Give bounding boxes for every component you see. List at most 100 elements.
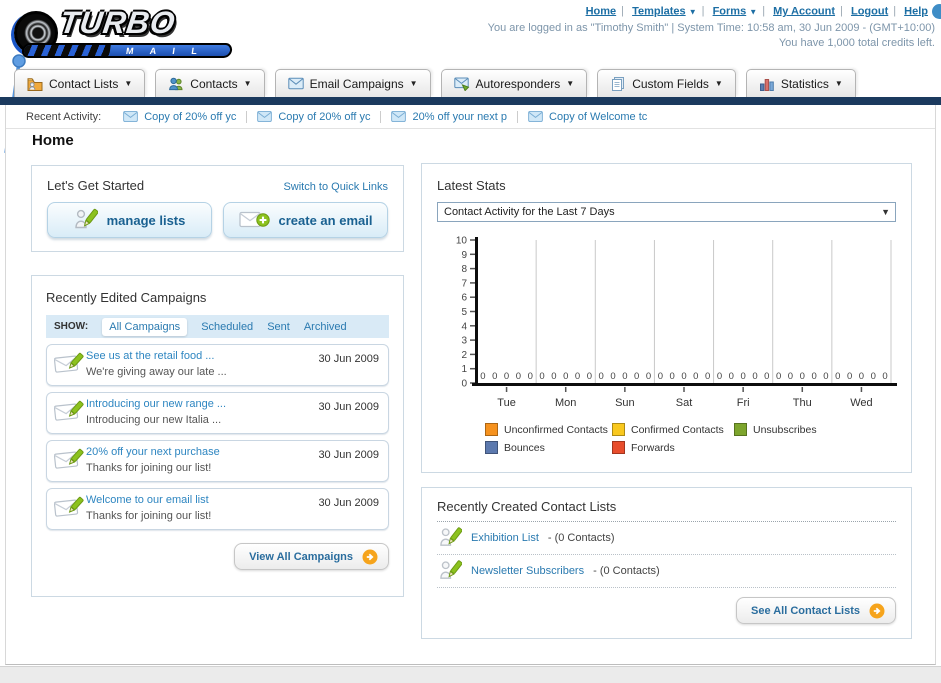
filter-sent[interactable]: Sent [267, 321, 290, 333]
svg-text:0: 0 [563, 371, 568, 382]
link-help[interactable]: Help [904, 5, 928, 17]
contacts-icon [168, 76, 184, 92]
dropdown-caret-icon: ▼ [688, 7, 697, 17]
content-area: Recent Activity: Copy of 20% off yc Copy… [5, 105, 936, 665]
contact-list-link[interactable]: Newsletter Subscribers [471, 565, 584, 577]
recent-activity-bar: Recent Activity: Copy of 20% off yc Copy… [6, 105, 935, 129]
switch-quick-links[interactable]: Switch to Quick Links [283, 181, 388, 193]
help-bubble-icon[interactable] [932, 4, 941, 19]
link-logout[interactable]: Logout [851, 5, 888, 17]
svg-text:0: 0 [622, 371, 627, 382]
link-separator: | [840, 5, 843, 18]
campaign-row[interactable]: Introducing our new range ... Introducin… [46, 392, 389, 434]
logo-stripes [23, 45, 111, 56]
svg-text:9: 9 [461, 250, 467, 261]
tab-email-campaigns[interactable]: Email Campaigns ▼ [274, 69, 431, 97]
create-email-button[interactable]: create an email [223, 202, 388, 238]
arrow-circle-icon [362, 549, 378, 564]
see-all-contact-lists-button[interactable]: See All Contact Lists [735, 597, 896, 624]
svg-text:Wed: Wed [850, 397, 872, 409]
contact-list-item[interactable]: Newsletter Subscribers - (0 Contacts) [437, 555, 896, 588]
campaign-subtitle: Introducing our new Italia ... [86, 414, 222, 426]
svg-text:Tue: Tue [497, 397, 516, 409]
campaign-subtitle: Thanks for joining our list! [86, 462, 212, 474]
recent-activity-link[interactable]: Copy of 20% off yc [278, 111, 370, 123]
tab-label: Contacts [190, 76, 238, 91]
campaign-filter-bar: SHOW: All Campaigns Scheduled Sent Archi… [46, 315, 389, 338]
main-nav: Contact Lists ▼ Contacts ▼ Email Campaig… [14, 69, 856, 97]
campaign-title-link[interactable]: Introducing our new range ... [86, 398, 318, 410]
link-home[interactable]: Home [586, 5, 617, 17]
tab-custom-fields[interactable]: Custom Fields ▼ [597, 69, 736, 97]
recent-activity-item[interactable]: Copy of Welcome tc [528, 111, 657, 123]
recent-activity-item[interactable]: 20% off your next p [391, 110, 519, 123]
navy-divider-bar [0, 97, 941, 105]
legend-swatch-confirmed [612, 423, 625, 436]
link-forms[interactable]: Forms [713, 5, 747, 17]
contact-activity-chart: 0 1 2 3 4 5 6 7 8 9 10 0 0 0 0 0 0 0 0 0 0 0 0 0 0 0 0 0 0 0 0 0 0 0 0 0 0 0 0… [439, 234, 898, 419]
manage-lists-button[interactable]: manage lists [47, 202, 212, 238]
legend-label: Unconfirmed Contacts [504, 423, 608, 436]
recent-activity-link[interactable]: Copy of 20% off yc [144, 111, 236, 123]
get-started-title: Let's Get Started [47, 178, 145, 193]
contact-lists-title: Recently Created Contact Lists [437, 499, 896, 522]
page-footer [0, 666, 941, 683]
campaign-title-link[interactable]: 20% off your next purchase [86, 446, 318, 458]
campaign-date: 30 Jun 2009 [318, 353, 379, 365]
campaign-row[interactable]: Welcome to our email list Thanks for joi… [46, 488, 389, 530]
tab-autoresponders[interactable]: Autoresponders ▼ [440, 69, 588, 97]
svg-text:0: 0 [516, 371, 521, 382]
credits-text: You have 1,000 total credits left. [778, 37, 935, 49]
email-campaigns-icon [287, 77, 304, 90]
svg-text:0: 0 [823, 371, 828, 382]
contact-list-link[interactable]: Exhibition List [471, 532, 539, 544]
tab-label: Autoresponders [475, 76, 561, 91]
campaign-title-link[interactable]: Welcome to our email list [86, 494, 318, 506]
person-pencil-icon [440, 560, 462, 579]
recent-activity-link[interactable]: Copy of Welcome tc [549, 111, 647, 123]
campaign-subtitle: Thanks for joining our list! [86, 510, 212, 522]
legend-item: Unsubscribes [734, 423, 896, 436]
contact-list-item[interactable]: Exhibition List - (0 Contacts) [437, 522, 896, 555]
chart-legend: Unconfirmed Contacts Confirmed Contacts … [485, 423, 896, 454]
svg-text:5: 5 [461, 307, 467, 318]
legend-swatch-unsubscribes [734, 423, 747, 436]
view-all-campaigns-button[interactable]: View All Campaigns [234, 543, 389, 570]
svg-text:0: 0 [882, 371, 887, 382]
tab-label: Contact Lists [49, 76, 119, 91]
recent-activity-item[interactable]: Copy of 20% off yc [257, 110, 382, 123]
logo-subtitle: E M A I L [102, 45, 205, 56]
campaign-row[interactable]: 20% off your next purchase Thanks for jo… [46, 440, 389, 482]
svg-text:0: 0 [859, 371, 864, 382]
recent-activity-link[interactable]: 20% off your next p [412, 111, 507, 123]
link-my-account[interactable]: My Account [773, 5, 835, 17]
recent-activity-item[interactable]: Copy of 20% off yc [123, 110, 248, 123]
top-links: Home | Templates ▼ | Forms ▼ | My Account | … [488, 4, 941, 19]
svg-text:0: 0 [461, 379, 467, 390]
campaign-title-link[interactable]: See us at the retail food ... [86, 350, 318, 362]
filter-scheduled[interactable]: Scheduled [201, 321, 253, 333]
tab-statistics[interactable]: Statistics ▼ [745, 69, 856, 97]
legend-swatch-bounces [485, 441, 498, 454]
envelope-icon [123, 111, 139, 122]
view-all-campaigns-label: View All Campaigns [249, 550, 353, 563]
svg-text:0: 0 [729, 371, 734, 382]
login-status-text: You are logged in as "Timothy Smith" | S… [487, 22, 935, 34]
contact-list-count: - (0 Contacts) [547, 532, 615, 544]
tab-contact-lists[interactable]: Contact Lists ▼ [14, 69, 146, 97]
legend-label: Confirmed Contacts [631, 423, 724, 436]
link-templates[interactable]: Templates [632, 5, 686, 17]
campaign-row[interactable]: See us at the retail food ... We're givi… [46, 344, 389, 386]
filter-all-campaigns[interactable]: All Campaigns [102, 317, 188, 336]
person-pencil-icon [440, 527, 462, 546]
svg-text:0: 0 [504, 371, 509, 382]
svg-text:0: 0 [871, 371, 876, 382]
chart-canvas: 0123456789100 0 0 0 0 0 0 0 0 0 0 0 0 0 0 0 0 0 0 0 0 0 0 0 0 0 0 0… [456, 236, 898, 409]
svg-text:8: 8 [461, 264, 467, 275]
tab-contacts[interactable]: Contacts ▼ [155, 69, 265, 97]
app-logo: TURBO E M A I L [8, 3, 248, 61]
svg-text:0: 0 [800, 371, 805, 382]
svg-text:0: 0 [646, 371, 651, 382]
filter-archived[interactable]: Archived [304, 321, 347, 333]
stats-period-select[interactable]: Contact Activity for the Last 7 Days ▼ [437, 202, 896, 222]
